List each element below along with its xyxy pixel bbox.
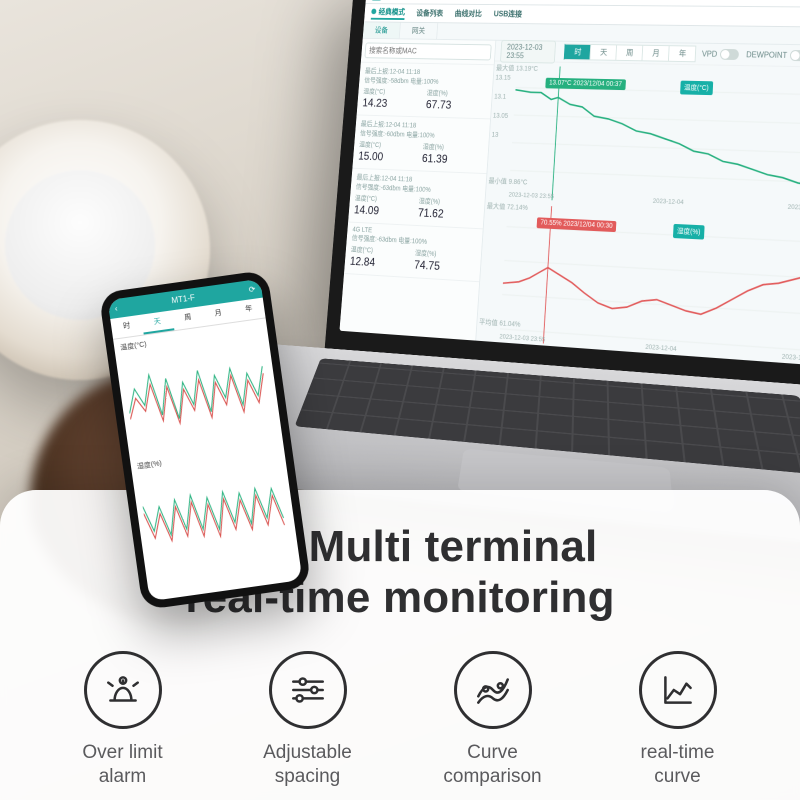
period-option[interactable]: 周 — [617, 44, 644, 61]
period-option[interactable]: 月 — [643, 45, 670, 62]
temp-value: 14.09 — [354, 203, 414, 219]
device-card[interactable]: 最后上报:12-04 11:18信号强度:-58dbm 电量:100%温度(°C… — [357, 63, 494, 120]
vpd-toggle[interactable]: VPD — [702, 49, 739, 60]
subtab-gateway[interactable]: 网关 — [400, 23, 439, 39]
feature-alarm: Over limit alarm — [30, 651, 215, 789]
phone-hum-chart: 湿度(%) — [130, 437, 299, 577]
menu-devices[interactable]: 设备列表 — [416, 8, 443, 18]
feature-caption: Adjustable spacing — [263, 741, 352, 789]
device-card[interactable]: 4G LTE信号强度:-63dbm 电量:100%温度(°C)12.84湿度(%… — [344, 222, 483, 282]
humidity-chart[interactable]: 最大值 72.14% 平均值 61.04% — [476, 199, 800, 365]
device-signal: 信号强度:-58dbm 电量:100% — [364, 76, 488, 88]
feature-caption: Curve comparison — [443, 741, 541, 789]
ytick: 13.15 — [495, 75, 511, 82]
temperature-chart[interactable]: 最大值 13.19°C 13.15 13.1 13.05 13 最小值 9.86… — [486, 61, 800, 214]
period-selector[interactable]: 时 天 周 月 年 — [564, 44, 697, 63]
ytick: 13.05 — [493, 113, 509, 120]
feature-spacing: Adjustable spacing — [215, 651, 400, 789]
dewpoint-toggle[interactable]: DEWPOINT — [746, 49, 800, 61]
feature-row: Over limit alarm Adjustable spacing Curv… — [30, 651, 770, 789]
feature-realtime: real-time curve — [585, 651, 770, 789]
menu-compare[interactable]: 曲线对比 — [454, 8, 482, 18]
sidebar-search — [361, 39, 496, 65]
feature-caption: real-time curve — [641, 741, 715, 789]
chart-tooltip: 13.07°C 2023/12/04 00:37 — [545, 78, 626, 90]
search-input[interactable] — [364, 42, 491, 60]
chart-max-label: 最大值 72.14% — [487, 201, 529, 213]
series-badge: 温度(°C) — [680, 81, 713, 96]
marketing-overlay: WIFI Multi terminal real-time monitoring… — [0, 490, 800, 800]
hum-value: 74.75 — [414, 258, 476, 275]
subtab-device[interactable]: 设备 — [363, 22, 401, 38]
menu-usb[interactable]: USB连接 — [493, 9, 522, 20]
phone-title: MT1-F — [171, 293, 196, 305]
dashboard-app: 云里物里 经典模式 设备列表 曲线对比 USB连接 设备 网关 — [339, 0, 800, 366]
temp-value: 14.23 — [362, 96, 421, 111]
menu-mode[interactable]: 经典模式 — [371, 6, 406, 19]
phone-screen: ‹ MT1-F ⟳ 时 天 周 月 年 温度(°C) 湿度(%) — [108, 279, 303, 601]
phone-temp-chart: 温度(°C) — [113, 318, 282, 458]
temp-value: 12.84 — [349, 254, 409, 271]
ytick: 13 — [491, 132, 498, 139]
chart-avg-label: 平均值 61.04% — [479, 317, 521, 330]
compare-icon — [454, 651, 532, 729]
switch-icon — [720, 49, 739, 60]
period-option[interactable]: 时 — [564, 44, 592, 61]
hum-value: 71.62 — [418, 206, 479, 222]
period-option[interactable]: 年 — [669, 45, 697, 62]
main-panel: 2023-12-03 23:55 时 天 周 月 年 VPD DEWPOINT — [476, 41, 800, 366]
chart-min-label: 最小值 9.86°C — [488, 176, 527, 187]
hum-value: 67.73 — [425, 98, 486, 113]
product-scene: ‹ MT1-F ⟳ 时 天 周 月 年 温度(°C) 湿度(%) — [0, 0, 800, 800]
feature-compare: Curve comparison — [400, 651, 585, 789]
series-badge: 湿度(%) — [673, 224, 705, 240]
feature-caption: Over limit alarm — [82, 741, 162, 789]
chart-max-label: 最大值 13.19°C — [496, 63, 538, 73]
charts: 最大值 13.19°C 13.15 13.1 13.05 13 最小值 9.86… — [476, 61, 800, 365]
period-option[interactable]: 天 — [591, 44, 618, 61]
dot-icon — [371, 9, 376, 15]
sliders-icon — [269, 651, 347, 729]
alarm-icon — [84, 651, 162, 729]
workspace: 最后上报:12-04 11:18信号强度:-58dbm 电量:100%温度(°C… — [339, 39, 800, 366]
laptop-bezel: 云里物里 经典模式 设备列表 曲线对比 USB连接 设备 网关 — [324, 0, 800, 392]
switch-icon — [790, 50, 800, 61]
ytick: 13.1 — [494, 94, 506, 101]
timestamp-field[interactable]: 2023-12-03 23:55 — [500, 39, 557, 63]
device-card[interactable]: 最后上报:12-04 11:18信号强度:-60dbm 电量:100%温度(°C… — [352, 115, 490, 174]
device-sidebar: 最后上报:12-04 11:18信号强度:-58dbm 电量:100%温度(°C… — [339, 39, 496, 341]
chart-line-icon — [639, 651, 717, 729]
device-card[interactable]: 最后上报:12-04 11:18信号强度:-63dbm 电量:100%温度(°C… — [348, 169, 486, 230]
hum-value: 61.39 — [422, 151, 483, 167]
temp-value: 15.00 — [358, 149, 418, 164]
